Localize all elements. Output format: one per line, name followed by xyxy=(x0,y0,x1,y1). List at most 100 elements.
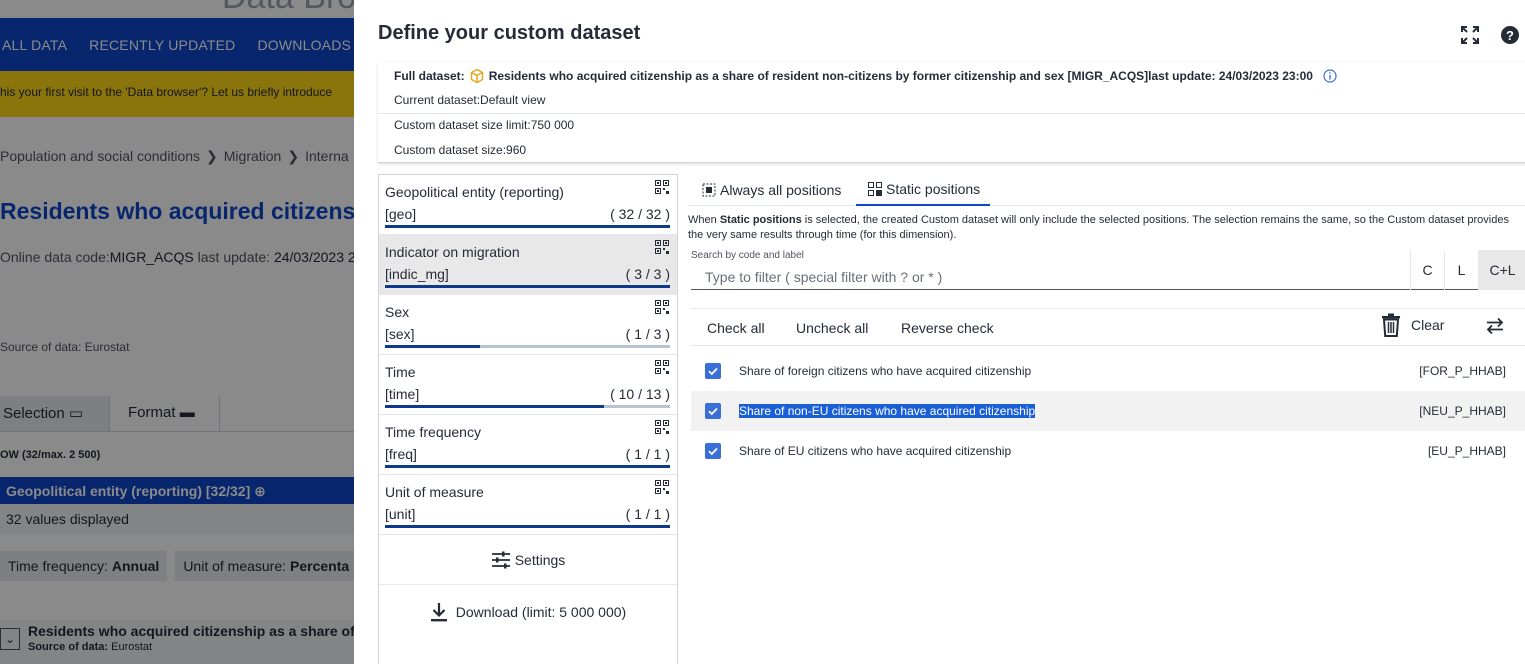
dimension-code: [time] xyxy=(385,386,420,402)
question-icon: ? xyxy=(1501,26,1519,44)
divider xyxy=(378,113,1525,114)
dimension-list: Geopolitical entity (reporting) [geo] ( … xyxy=(378,174,678,664)
qr-code-icon[interactable] xyxy=(655,300,669,314)
static-positions-description: When Static positions is selected, the c… xyxy=(688,213,1525,243)
sliders-icon xyxy=(491,551,510,568)
dimension-count: ( 32 / 32 ) xyxy=(610,206,670,222)
info-icon[interactable] xyxy=(1323,69,1337,83)
select-all-icon xyxy=(702,183,716,197)
item-code: [FOR_P_HHAB] xyxy=(1419,364,1506,378)
dimension-count: ( 1 / 1 ) xyxy=(625,506,670,522)
desc-prefix: When xyxy=(688,214,717,226)
dataset-info: Full dataset: Residents who acquired cit… xyxy=(378,62,1525,163)
qr-code-icon[interactable] xyxy=(655,180,669,194)
selection-actions: Check all Uncheck all Reverse check Clea… xyxy=(691,308,1525,346)
dimension-name: Sex xyxy=(385,304,410,320)
clear-button[interactable]: Clear xyxy=(1381,313,1444,337)
desc-rest: is selected, the created Custom dataset … xyxy=(688,214,1509,241)
item-code: [EU_P_HHAB] xyxy=(1427,444,1506,458)
tab-always-label: Always all positions xyxy=(720,182,842,198)
qr-code-icon[interactable] xyxy=(655,240,669,254)
current-dataset: Current dataset:Default view xyxy=(394,93,546,107)
fullscreen-button[interactable] xyxy=(1459,24,1481,46)
item-label: Share of foreign citizens who have acqui… xyxy=(739,364,1032,378)
list-item[interactable]: Share of foreign citizens who have acqui… xyxy=(691,351,1525,391)
size-limit: Custom dataset size limit:750 000 xyxy=(394,118,575,132)
code-toggle-button[interactable]: C xyxy=(1410,250,1444,290)
progress-fill xyxy=(385,465,670,468)
qr-code-icon[interactable] xyxy=(655,360,669,374)
dimension-code: [freq] xyxy=(385,446,417,462)
code-label-toggle-button[interactable]: C+L xyxy=(1478,250,1525,290)
check-all-button[interactable]: Check all xyxy=(707,320,765,336)
tab-always-all-positions[interactable]: Always all positions xyxy=(702,174,841,206)
dimension-item-time[interactable]: Time [time] ( 10 / 13 ) xyxy=(379,355,677,415)
download-icon xyxy=(430,603,447,622)
checkbox[interactable] xyxy=(705,363,721,379)
progress-fill xyxy=(385,225,670,228)
qr-code-icon[interactable] xyxy=(655,480,669,494)
download-button[interactable]: Download (limit: 5 000 000) xyxy=(379,585,677,639)
full-dataset-label: Full dataset: xyxy=(394,69,465,83)
dimension-name: Unit of measure xyxy=(385,484,484,500)
tab-static-label: Static positions xyxy=(886,181,981,197)
item-label: Share of non-EU citizens who have acquir… xyxy=(739,404,1036,418)
filter-search: Search by code and label C L C+L xyxy=(691,250,1525,290)
dimension-name: Time frequency xyxy=(385,424,481,440)
dimension-count: ( 10 / 13 ) xyxy=(610,386,670,402)
trash-icon xyxy=(1382,313,1400,337)
selection-progress xyxy=(385,225,670,228)
position-list: Share of foreign citizens who have acqui… xyxy=(691,351,1525,471)
list-item[interactable]: Share of EU citizens who have acquired c… xyxy=(691,431,1525,471)
download-label: Download (limit: 5 000 000) xyxy=(455,604,627,620)
dimension-code: [sex] xyxy=(385,326,415,342)
selection-progress xyxy=(385,285,670,288)
clear-label: Clear xyxy=(1411,317,1445,333)
dimension-count: ( 3 / 3 ) xyxy=(625,266,670,282)
settings-label: Settings xyxy=(514,551,566,568)
help-button[interactable]: ? xyxy=(1499,24,1521,46)
settings-button[interactable]: Settings xyxy=(379,535,677,585)
check-icon xyxy=(708,367,718,376)
check-icon xyxy=(708,407,718,416)
dimension-item-freq[interactable]: Time frequency [freq] ( 1 / 1 ) xyxy=(379,415,677,475)
tab-static-positions[interactable]: Static positions xyxy=(856,174,991,206)
dimension-item-unit[interactable]: Unit of measure [unit] ( 1 / 1 ) xyxy=(379,475,677,535)
list-item[interactable]: Share of non-EU citizens who have acquir… xyxy=(691,391,1525,431)
dimension-item-sex[interactable]: Sex [sex] ( 1 / 3 ) xyxy=(379,295,677,355)
cube-icon xyxy=(470,68,483,84)
dimension-name: Time xyxy=(385,364,416,380)
checkbox[interactable] xyxy=(705,403,721,419)
dimension-code: [indic_mg] xyxy=(385,266,449,282)
selection-progress xyxy=(385,525,670,528)
search-label: Search by code and label xyxy=(691,250,804,261)
reverse-check-button[interactable]: Reverse check xyxy=(901,320,994,336)
dimension-count: ( 1 / 3 ) xyxy=(625,326,670,342)
checkbox[interactable] xyxy=(705,443,721,459)
progress-fill xyxy=(385,405,605,408)
progress-fill xyxy=(385,285,670,288)
swap-arrows-icon xyxy=(1486,317,1504,335)
full-dataset-value: Residents who acquired citizenship as a … xyxy=(488,69,1313,83)
search-input[interactable] xyxy=(691,264,1407,289)
desc-bold: Static positions xyxy=(719,214,802,226)
custom-dataset-dialog: Define your custom dataset ? Full datase… xyxy=(354,0,1525,664)
expand-icon xyxy=(1461,26,1479,44)
full-dataset-line: Full dataset: Residents who acquired cit… xyxy=(394,68,1337,84)
dimension-item-geo[interactable]: Geopolitical entity (reporting) [geo] ( … xyxy=(379,175,677,235)
check-icon xyxy=(708,447,718,456)
grid-icon xyxy=(868,182,882,196)
progress-fill xyxy=(385,345,480,348)
selection-progress xyxy=(385,465,670,468)
selection-progress xyxy=(385,345,670,348)
swap-button[interactable] xyxy=(1485,316,1505,339)
item-label: Share of EU citizens who have acquired c… xyxy=(739,444,1012,458)
uncheck-all-button[interactable]: Uncheck all xyxy=(796,320,868,336)
selection-progress xyxy=(385,405,670,408)
dimension-count: ( 1 / 1 ) xyxy=(625,446,670,462)
dimension-item-indic-mg[interactable]: Indicator on migration [indic_mg] ( 3 / … xyxy=(379,235,677,295)
label-toggle-button[interactable]: L xyxy=(1444,250,1478,290)
dialog-title: Define your custom dataset xyxy=(378,22,641,44)
position-selector: Always all positions Static positions Wh… xyxy=(688,174,1525,664)
qr-code-icon[interactable] xyxy=(655,420,669,434)
